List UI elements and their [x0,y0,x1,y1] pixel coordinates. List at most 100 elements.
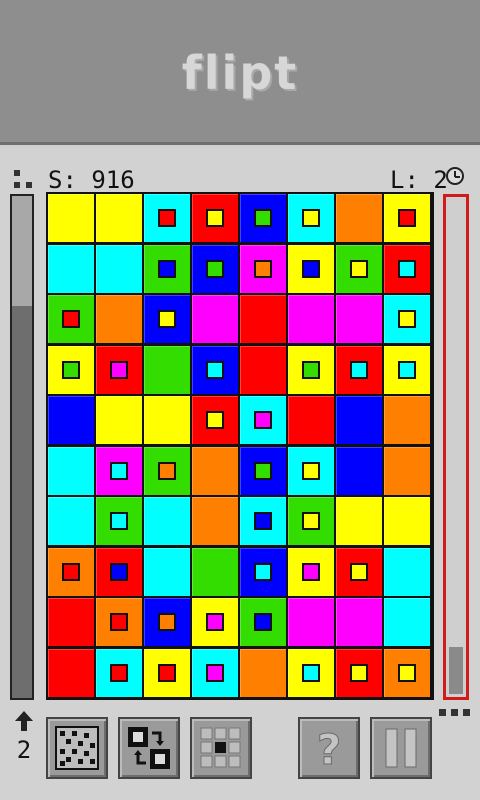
tile[interactable] [144,295,190,343]
tile[interactable] [192,244,238,293]
tile[interactable] [192,547,238,596]
tile[interactable] [96,547,142,596]
tile[interactable] [48,446,94,495]
tile[interactable] [288,547,334,596]
tile[interactable] [192,396,238,444]
tile[interactable] [336,295,382,343]
tile-inner-square [398,663,416,682]
tile-inner-square [302,209,320,227]
tile[interactable] [192,295,238,343]
tile[interactable] [144,345,190,394]
tile[interactable] [336,497,382,545]
tile[interactable] [288,648,334,697]
tile-inner-square [350,360,368,379]
tile[interactable] [144,648,190,697]
tile[interactable] [96,244,142,293]
tile[interactable] [192,598,238,646]
tile[interactable] [384,648,430,697]
tile[interactable] [240,396,286,444]
tile-inner-square [302,663,320,682]
tile[interactable] [96,648,142,697]
tile-inner-square [302,360,320,379]
tile[interactable] [48,244,94,293]
tile[interactable] [384,345,430,394]
tile[interactable] [384,194,430,242]
tile[interactable] [48,497,94,545]
tile[interactable] [48,345,94,394]
tile[interactable] [144,396,190,444]
tile[interactable] [336,194,382,242]
tile[interactable] [288,497,334,545]
question-mark-icon: ? [316,725,341,775]
pause-button[interactable] [370,717,432,779]
tile[interactable] [240,446,286,495]
tile[interactable] [384,446,430,495]
tile[interactable] [144,446,190,495]
tile[interactable] [288,295,334,343]
tile[interactable] [384,295,430,343]
tile[interactable] [240,244,286,293]
tile[interactable] [336,244,382,293]
tile[interactable] [96,194,142,242]
tile[interactable] [240,295,286,343]
tile[interactable] [96,396,142,444]
tile[interactable] [288,244,334,293]
tile[interactable] [240,345,286,394]
tile[interactable] [48,648,94,697]
tile[interactable] [240,497,286,545]
tile[interactable] [240,547,286,596]
tile[interactable] [192,446,238,495]
up-arrow-icon [15,711,33,731]
tile-inner-square [254,512,272,530]
tile[interactable] [384,497,430,545]
tile[interactable] [288,345,334,394]
tile-inner-square [158,663,176,682]
scramble-button[interactable] [46,717,108,779]
tile-inner-square [302,461,320,480]
tile[interactable] [48,396,94,444]
tile[interactable] [144,194,190,242]
tile[interactable] [336,547,382,596]
time-meter-fill [449,647,463,694]
tile[interactable] [336,598,382,646]
tile[interactable] [336,446,382,495]
more-options-icon[interactable] [439,709,473,717]
tile[interactable] [288,598,334,646]
center-button[interactable] [190,717,252,779]
tile[interactable] [192,648,238,697]
tile[interactable] [384,396,430,444]
tile[interactable] [336,345,382,394]
menu-dots-icon[interactable] [14,170,36,190]
tile[interactable] [96,598,142,646]
tile[interactable] [240,194,286,242]
tile[interactable] [192,345,238,394]
tile[interactable] [240,598,286,646]
tile[interactable] [240,648,286,697]
tile[interactable] [288,396,334,444]
tile[interactable] [48,194,94,242]
tile-inner-square [206,411,224,429]
swap-button[interactable] [118,717,180,779]
tile[interactable] [288,446,334,495]
tile[interactable] [96,446,142,495]
tile[interactable] [288,194,334,242]
tile[interactable] [384,547,430,596]
tile[interactable] [48,295,94,343]
svg-text:?: ? [317,725,341,774]
tile[interactable] [48,547,94,596]
tile[interactable] [96,345,142,394]
help-button[interactable]: ? [298,717,360,779]
tile[interactable] [96,497,142,545]
tile[interactable] [144,497,190,545]
tile[interactable] [192,497,238,545]
tile[interactable] [192,194,238,242]
tile[interactable] [336,396,382,444]
tile[interactable] [144,598,190,646]
tile[interactable] [144,244,190,293]
tile[interactable] [336,648,382,697]
tile[interactable] [96,295,142,343]
tile[interactable] [384,244,430,293]
tile[interactable] [48,598,94,646]
tile[interactable] [144,547,190,596]
tile[interactable] [384,598,430,646]
